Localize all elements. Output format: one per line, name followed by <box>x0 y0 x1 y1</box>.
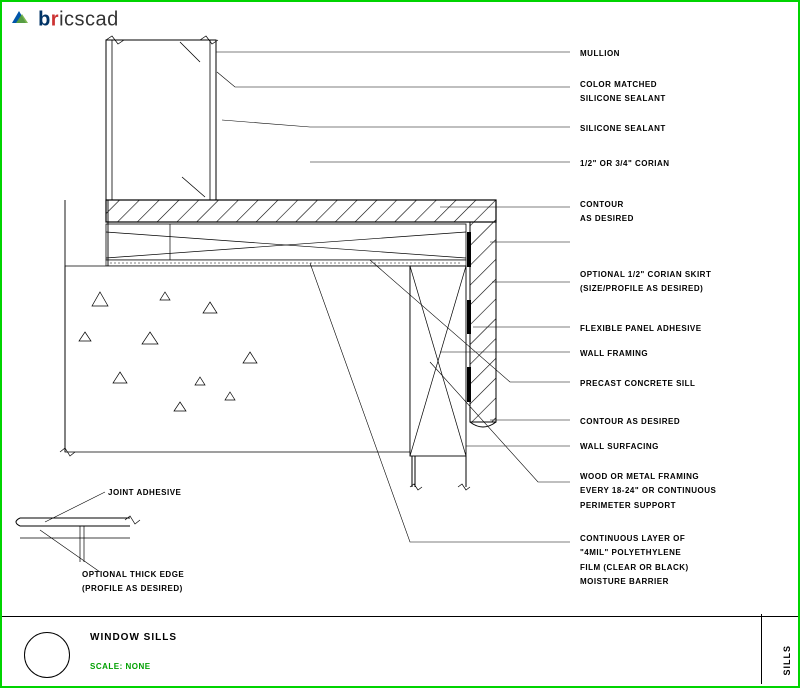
precast-sill-body <box>106 224 466 266</box>
page-root: bricscad <box>0 0 800 688</box>
drawing-canvas: MULLION COLOR MATCHEDSILICONE SEALANT SI… <box>10 32 790 602</box>
drawing-title: WINDOW SILLS <box>90 632 177 643</box>
mullion-section <box>106 36 218 200</box>
sheet-side-label: SILLS <box>782 645 792 676</box>
corian-skirt <box>469 222 496 427</box>
label-flex-adhesive: FLEXIBLE PANEL ADHESIVE <box>580 322 702 336</box>
logo-icon <box>10 8 28 32</box>
detail-marker-circle <box>24 632 70 678</box>
label-silicone-sealant: SILICONE SEALANT <box>580 122 666 136</box>
drawing-scale: SCALE: NONE <box>90 662 151 671</box>
detail-thick-edge <box>16 492 140 572</box>
label-wall-framing: WALL FRAMING <box>580 347 648 361</box>
title-block: WINDOW SILLS SCALE: NONE <box>2 616 798 686</box>
label-thick-edge: OPTIONAL THICK EDGE(PROFILE AS DESIRED) <box>82 568 184 597</box>
label-wall-surfacing: WALL SURFACING <box>580 440 659 454</box>
label-precast-sill: PRECAST CONCRETE SILL <box>580 377 695 391</box>
title-divider <box>761 614 762 684</box>
app-logo: bricscad <box>10 8 119 32</box>
wall-framing <box>410 266 470 490</box>
label-joint-adhesive: JOINT ADHESIVE <box>108 486 181 500</box>
corian-sill <box>106 200 496 222</box>
label-contour-2: CONTOUR AS DESIRED <box>580 415 680 429</box>
label-color-sealant: COLOR MATCHEDSILICONE SEALANT <box>580 78 666 107</box>
logo-text: bricscad <box>38 8 119 30</box>
label-mullion: MULLION <box>580 47 620 61</box>
label-corian-thickness: 1/2" OR 3/4" CORIAN <box>580 157 670 171</box>
label-poly-film: CONTINUOUS LAYER OF"4MIL" POLYETHYLENEFI… <box>580 532 689 590</box>
label-framing-support: WOOD OR METAL FRAMINGEVERY 18-24" OR CON… <box>580 470 716 513</box>
label-corian-skirt: OPTIONAL 1/2" CORIAN SKIRT(SIZE/PROFILE … <box>580 268 711 297</box>
concrete-mass <box>65 266 410 452</box>
label-contour-1: CONTOURAS DESIRED <box>580 198 634 227</box>
cad-drawing <box>10 32 790 602</box>
